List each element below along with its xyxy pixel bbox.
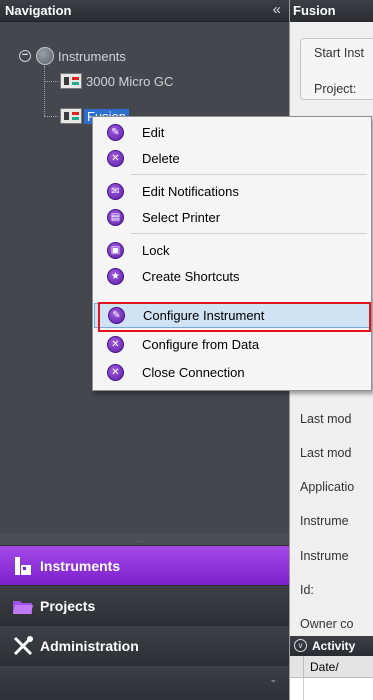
instrument-icon	[60, 108, 82, 124]
menu-item-label: Create Shortcuts	[142, 269, 240, 284]
row-header-cell	[290, 656, 304, 678]
nav-button-administration[interactable]: Administration	[0, 625, 289, 665]
property-label: Instrume	[300, 549, 349, 563]
menu-item-label: Configure from Data	[142, 337, 260, 352]
lock-icon: ▣	[107, 242, 124, 259]
star-icon: ★	[107, 268, 124, 285]
tree-item-label: 3000 Micro GC	[86, 73, 174, 89]
menu-separator	[131, 233, 367, 234]
property-label: Owner co	[300, 617, 354, 631]
tree-item-label: Instruments	[58, 48, 126, 64]
menu-item-label: Delete	[142, 151, 180, 166]
property-label: Applicatio	[300, 480, 355, 494]
menu-item-lock[interactable]: ▣ Lock	[94, 238, 370, 263]
activity-table-header: Date/	[290, 656, 373, 678]
menu-item-label: Edit Notifications	[142, 184, 239, 199]
activity-label: Activity	[312, 639, 356, 653]
project-label: Project:	[314, 82, 357, 96]
property-label: Id:	[300, 583, 314, 597]
tree-item-instruments[interactable]: Instruments	[36, 47, 126, 65]
configure-icon: ✕	[107, 336, 124, 353]
activity-table-body	[290, 678, 373, 700]
tree-connector	[44, 81, 58, 82]
tree-collapse-toggle[interactable]: −	[19, 50, 31, 62]
menu-item-edit-notifications[interactable]: ✉ Edit Notifications	[94, 179, 370, 204]
printer-icon: ▤	[107, 209, 124, 226]
nav-button-label: Administration	[40, 637, 139, 654]
chevron-down-icon: ⌄	[269, 674, 277, 684]
menu-item-create-shortcuts[interactable]: ★ Create Shortcuts	[94, 264, 370, 289]
menu-item-label: Edit	[142, 125, 165, 140]
menu-separator	[131, 174, 367, 175]
annotation-highlight-box	[98, 302, 371, 332]
envelope-icon: ✉	[107, 183, 124, 200]
details-title: Fusion	[293, 3, 336, 18]
menu-item-configure-from-data[interactable]: ✕ Configure from Data	[94, 332, 370, 357]
navigation-header: Navigation «	[0, 0, 289, 22]
tree-connector	[44, 116, 58, 117]
menu-item-select-printer[interactable]: ▤ Select Printer	[94, 205, 370, 230]
row-header-cell	[290, 678, 304, 700]
property-label: Last mod	[300, 446, 352, 460]
collapse-icon[interactable]: «	[273, 2, 281, 17]
nav-button-label: Projects	[40, 597, 96, 614]
menu-item-label: Lock	[142, 243, 170, 258]
close-icon: ✕	[107, 364, 124, 381]
menu-item-edit[interactable]: ✎ Edit	[94, 120, 370, 145]
instrument-icon	[60, 73, 82, 89]
folder-icon	[12, 595, 34, 617]
nav-button-instruments[interactable]: Instruments	[0, 545, 289, 585]
tree-connector	[44, 66, 45, 116]
menu-item-label: Close Connection	[142, 365, 245, 380]
menu-item-label: Select Printer	[142, 210, 221, 225]
activity-header[interactable]: v Activity	[290, 636, 373, 656]
pencil-icon: ✎	[107, 124, 124, 141]
property-label: Instrume	[300, 514, 349, 528]
menu-item-delete[interactable]: ✕ Delete	[94, 146, 370, 171]
navigation-title: Navigation	[5, 3, 72, 18]
menu-item-close-connection[interactable]: ✕ Close Connection	[94, 360, 370, 385]
tree-item-3000-micro-gc[interactable]: 3000 Micro GC	[60, 72, 173, 90]
nav-overflow-button[interactable]: ⌄	[0, 665, 289, 700]
chevron-down-icon[interactable]: v	[294, 639, 307, 652]
date-column-header[interactable]: Date/	[310, 660, 339, 674]
details-header: Fusion	[290, 0, 373, 22]
globe-icon	[36, 47, 54, 65]
delete-icon: ✕	[107, 150, 124, 167]
context-menu: ✎ Edit ✕ Delete ✉ Edit Notifications ▤ S…	[92, 116, 372, 391]
grip-dots: ....	[132, 535, 145, 544]
nav-button-label: Instruments	[40, 557, 121, 574]
instruments-icon	[12, 555, 34, 577]
tools-icon	[12, 635, 34, 657]
nav-button-projects[interactable]: Projects	[0, 585, 289, 625]
start-instrument-label: Start Inst	[314, 46, 365, 60]
property-label: Last mod	[300, 412, 352, 426]
